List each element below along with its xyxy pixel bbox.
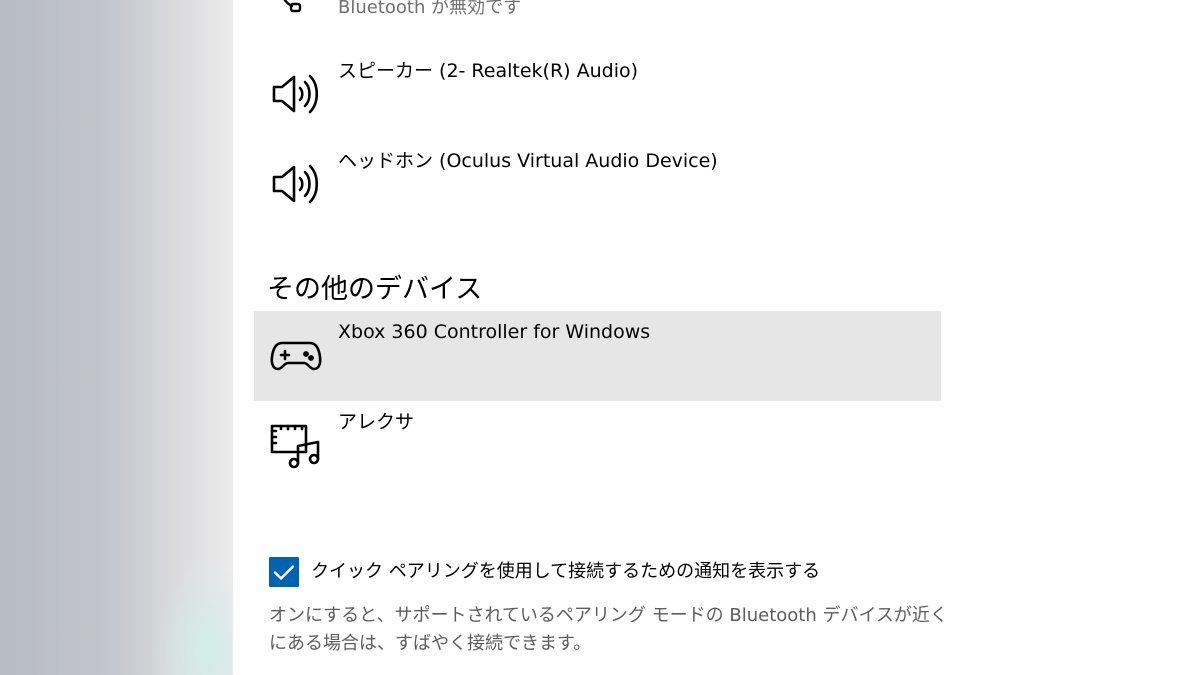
device-row-headphones[interactable]: ヘッドホン (Oculus Virtual Audio Device)	[254, 140, 941, 230]
quick-pair-description: オンにすると、サポートされているペアリング モードの Bluetooth デバイ…	[269, 605, 948, 654]
checkmark-icon	[273, 565, 295, 580]
device-name: Xbox 360 Controller for Windows	[338, 321, 651, 343]
quick-pair-checkbox[interactable]	[269, 557, 299, 587]
device-row-speaker[interactable]: スピーカー (2- Realtek(R) Audio)	[254, 50, 941, 140]
settings-window: Bluetooth が無効です スピーカー (2- Realtek(R) Aud…	[0, 0, 1200, 675]
quick-pair-setting: クイック ペアリングを使用して接続するための通知を表示する	[269, 557, 969, 589]
speaker-icon	[268, 156, 324, 212]
device-status: Bluetooth が無効です	[338, 0, 522, 18]
section-title-other-devices: その他のデバイス	[267, 274, 483, 305]
desktop-backdrop-tint	[150, 560, 233, 675]
gamepad-icon	[268, 327, 324, 383]
bluetooth-devices-panel: Bluetooth が無効です スピーカー (2- Realtek(R) Aud…	[233, 0, 1200, 675]
device-row-xbox-controller[interactable]: Xbox 360 Controller for Windows	[254, 311, 941, 401]
device-row-alexa[interactable]: アレクサ	[254, 401, 941, 491]
quick-pair-label[interactable]: クイック ペアリングを使用して接続するための通知を表示する	[311, 559, 820, 585]
headset-icon	[274, 0, 314, 20]
device-name: アレクサ	[338, 411, 415, 433]
device-name: スピーカー (2- Realtek(R) Audio)	[338, 60, 639, 82]
speaker-icon	[268, 66, 324, 122]
media-device-icon	[268, 417, 324, 473]
device-name: ヘッドホン (Oculus Virtual Audio Device)	[338, 150, 718, 172]
device-row-top[interactable]: Bluetooth が無効です	[254, 0, 941, 24]
